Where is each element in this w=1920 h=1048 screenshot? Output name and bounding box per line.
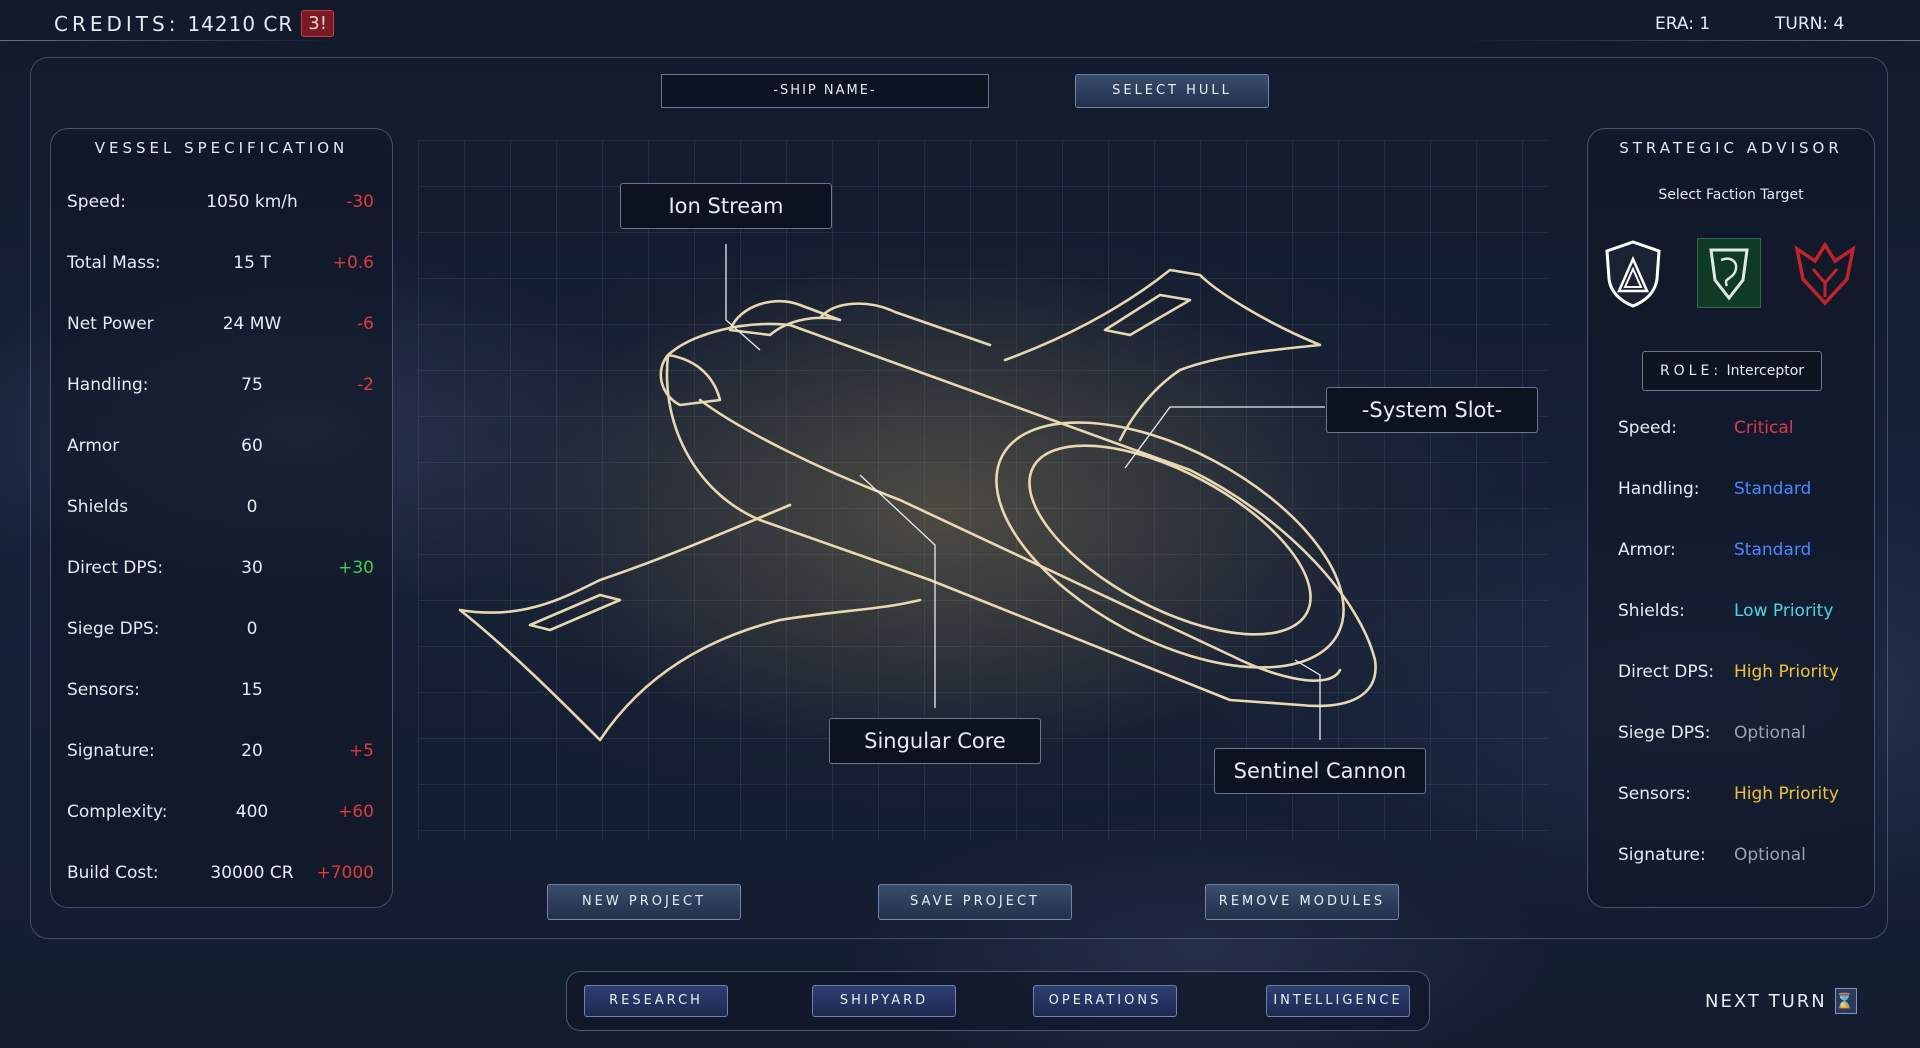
- advisor-priority: Critical: [1734, 418, 1794, 438]
- advisor-label: Speed:: [1618, 418, 1678, 438]
- ship-wing-lower-fin: [528, 593, 622, 632]
- ship-cockpit-ring: [995, 421, 1345, 669]
- ship-engine-top2: [818, 302, 992, 347]
- next-turn-label: NEXT TURN: [1705, 990, 1827, 1012]
- next-turn-button[interactable]: NEXT TURN ⌛: [1705, 988, 1857, 1014]
- advisor-priority: Low Priority: [1734, 601, 1834, 621]
- select-faction-label: Select Faction Target: [1658, 187, 1804, 203]
- callout-system-slot[interactable]: -System Slot-: [1326, 387, 1538, 433]
- advisor-priority: High Priority: [1734, 784, 1839, 804]
- advisor-title: STRATEGIC ADVISOR: [1619, 139, 1843, 157]
- advisor-priority: Standard: [1734, 479, 1812, 499]
- new-project-button[interactable]: NEW PROJECT: [547, 884, 741, 920]
- role-value: Interceptor: [1726, 363, 1805, 379]
- role-key: ROLE:: [1659, 363, 1723, 379]
- advisor-label: Handling:: [1618, 479, 1700, 499]
- remove-modules-button[interactable]: REMOVE MODULES: [1205, 884, 1399, 920]
- advisor-label: Signature:: [1618, 845, 1706, 865]
- nav-research-button[interactable]: RESEARCH: [584, 985, 728, 1017]
- ship-wing-upper-fin: [1103, 293, 1192, 337]
- advisor-label: Direct DPS:: [1618, 662, 1715, 682]
- ship-engine-left: [659, 353, 722, 407]
- role-display[interactable]: ROLE: Interceptor: [1642, 351, 1822, 391]
- ship-cockpit-ring-inner: [1028, 444, 1312, 636]
- advisor-priority: High Priority: [1734, 662, 1839, 682]
- callout-ion-stream[interactable]: Ion Stream: [620, 183, 832, 229]
- advisor-priority: Standard: [1734, 540, 1812, 560]
- save-project-button[interactable]: SAVE PROJECT: [878, 884, 1072, 920]
- nav-shipyard-button[interactable]: SHIPYARD: [812, 985, 956, 1017]
- advisor-priority: Optional: [1734, 845, 1806, 865]
- ship-name-input[interactable]: -SHIP NAME-: [661, 74, 989, 108]
- nav-intelligence-button[interactable]: INTELLIGENCE: [1266, 985, 1410, 1017]
- nav-operations-button[interactable]: OPERATIONS: [1033, 985, 1177, 1017]
- advisor-label: Armor:: [1618, 540, 1676, 560]
- advisor-label: Siege DPS:: [1618, 723, 1711, 743]
- hourglass-icon: ⌛: [1834, 988, 1857, 1014]
- eagle-faction-icon[interactable]: [1793, 239, 1857, 309]
- ship-hull-outline: [665, 322, 1377, 708]
- shield-faction-icon[interactable]: [1601, 239, 1665, 309]
- advisor-priority: Optional: [1734, 723, 1806, 743]
- advisor-label: Sensors:: [1618, 784, 1691, 804]
- ship-engine-top: [728, 299, 842, 337]
- dragon-faction-icon[interactable]: [1697, 238, 1761, 308]
- select-hull-button[interactable]: SELECT HULL: [1075, 74, 1269, 108]
- advisor-label: Shields:: [1618, 601, 1685, 621]
- callout-sentinel-cannon[interactable]: Sentinel Cannon: [1214, 748, 1426, 794]
- ship-wing-lower: [458, 503, 922, 742]
- callout-singular-core[interactable]: Singular Core: [829, 718, 1041, 764]
- leader-sentinel-cannon: [1294, 659, 1321, 740]
